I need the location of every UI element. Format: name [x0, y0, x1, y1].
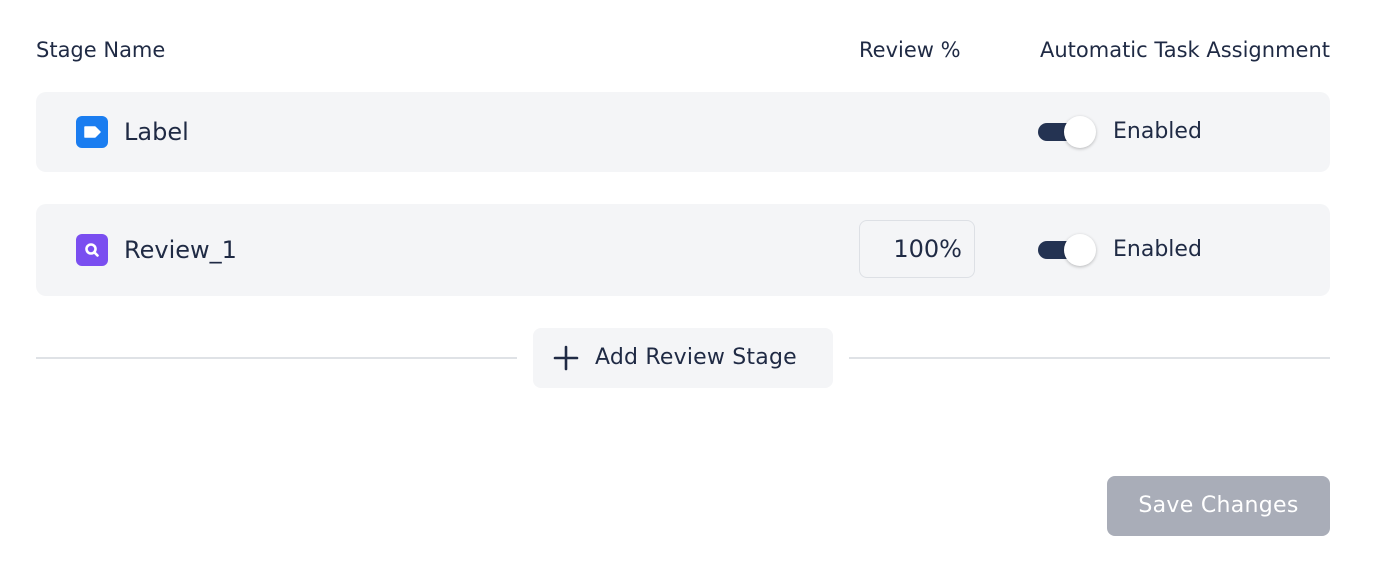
plus-icon [553, 345, 579, 375]
stage-name: Label [124, 118, 189, 146]
column-header-auto-assignment: Automatic Task Assignment [1039, 38, 1330, 62]
divider-left [36, 357, 517, 359]
review-percent-input[interactable]: 100% [859, 220, 975, 278]
stage-row-label: Label Enabled [36, 92, 1330, 172]
column-header-review-percent: Review % [859, 38, 961, 62]
auto-assignment-toggle[interactable] [1038, 233, 1096, 267]
stage-settings-panel: Stage Name Review % Automatic Task Assig… [0, 0, 1376, 572]
save-changes-button[interactable]: Save Changes [1107, 476, 1330, 536]
search-icon [76, 234, 108, 266]
divider-right [849, 357, 1330, 359]
column-header-stage-name: Stage Name [36, 38, 166, 62]
stage-name: Review_1 [124, 236, 237, 264]
auto-assignment-status: Enabled [1113, 237, 1202, 262]
add-review-stage-label: Add Review Stage [595, 345, 797, 370]
add-review-stage-button[interactable]: Add Review Stage [533, 328, 833, 388]
stage-row-review-1: Review_1 100% Enabled [36, 204, 1330, 296]
label-tag-icon [76, 116, 108, 148]
auto-assignment-toggle[interactable] [1038, 115, 1096, 149]
auto-assignment-status: Enabled [1113, 119, 1202, 144]
toggle-knob [1064, 234, 1096, 266]
toggle-knob [1064, 116, 1096, 148]
